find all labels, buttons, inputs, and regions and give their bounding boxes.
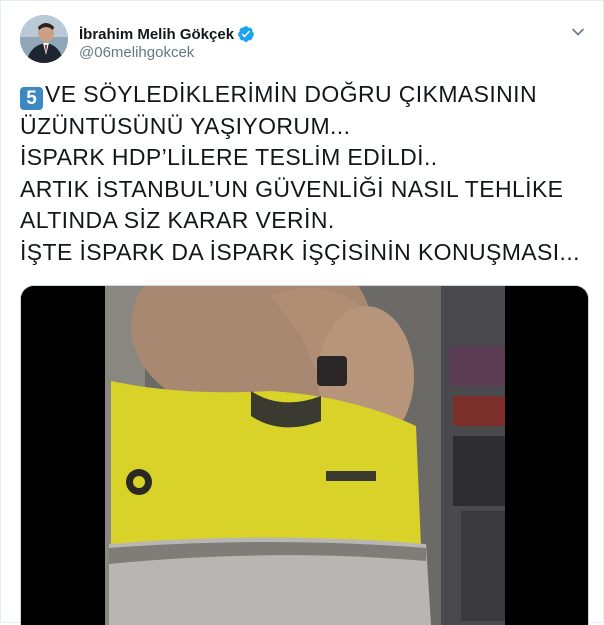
tweet-line: ALTINDA SİZ KARAR VERİN. xyxy=(20,207,335,233)
profile-photo-icon xyxy=(20,15,68,63)
author-handle[interactable]: @06melihgokcek xyxy=(79,44,194,61)
tweet-line-text: VE SÖYLEDİKLERİMİN DOĞRU ÇIKMASININ xyxy=(45,81,537,107)
author-avatar[interactable] xyxy=(20,15,68,63)
tweet-line: ÜZÜNTÜSÜNÜ YAŞIYORUM... xyxy=(20,112,351,139)
video-thumbnail-icon xyxy=(21,286,588,625)
tweet-line: 5 VE SÖYLEDİKLERİMİN DOĞRU ÇIKMASININ xyxy=(20,79,590,111)
tweet-line: ARTIK İSTANBUL’UN GÜVENLİĞİ NASIL TEHLİK… xyxy=(20,175,564,202)
tweet-card: İbrahim Melih Gökçek @06melihgokcek 5 VE … xyxy=(0,0,604,625)
author-name-row[interactable]: İbrahim Melih Gökçek xyxy=(79,24,255,44)
author-display-name[interactable]: İbrahim Melih Gökçek xyxy=(79,26,234,43)
tweet-line: İŞTE İSPARK DA İSPARK İŞÇİSİNİN KONUŞMAS… xyxy=(20,238,580,265)
chevron-down-icon[interactable] xyxy=(571,25,585,39)
verified-badge-icon xyxy=(238,26,254,42)
tweet-line: İSPARK HDP’LİLERE TESLİM EDİLDİ.. xyxy=(20,144,438,170)
keycap-five-emoji: 5 xyxy=(20,87,43,110)
tweet-text: 5 VE SÖYLEDİKLERİMİN DOĞRU ÇIKMASININ ÜZÜ… xyxy=(20,79,590,268)
tweet-video[interactable] xyxy=(20,285,589,625)
